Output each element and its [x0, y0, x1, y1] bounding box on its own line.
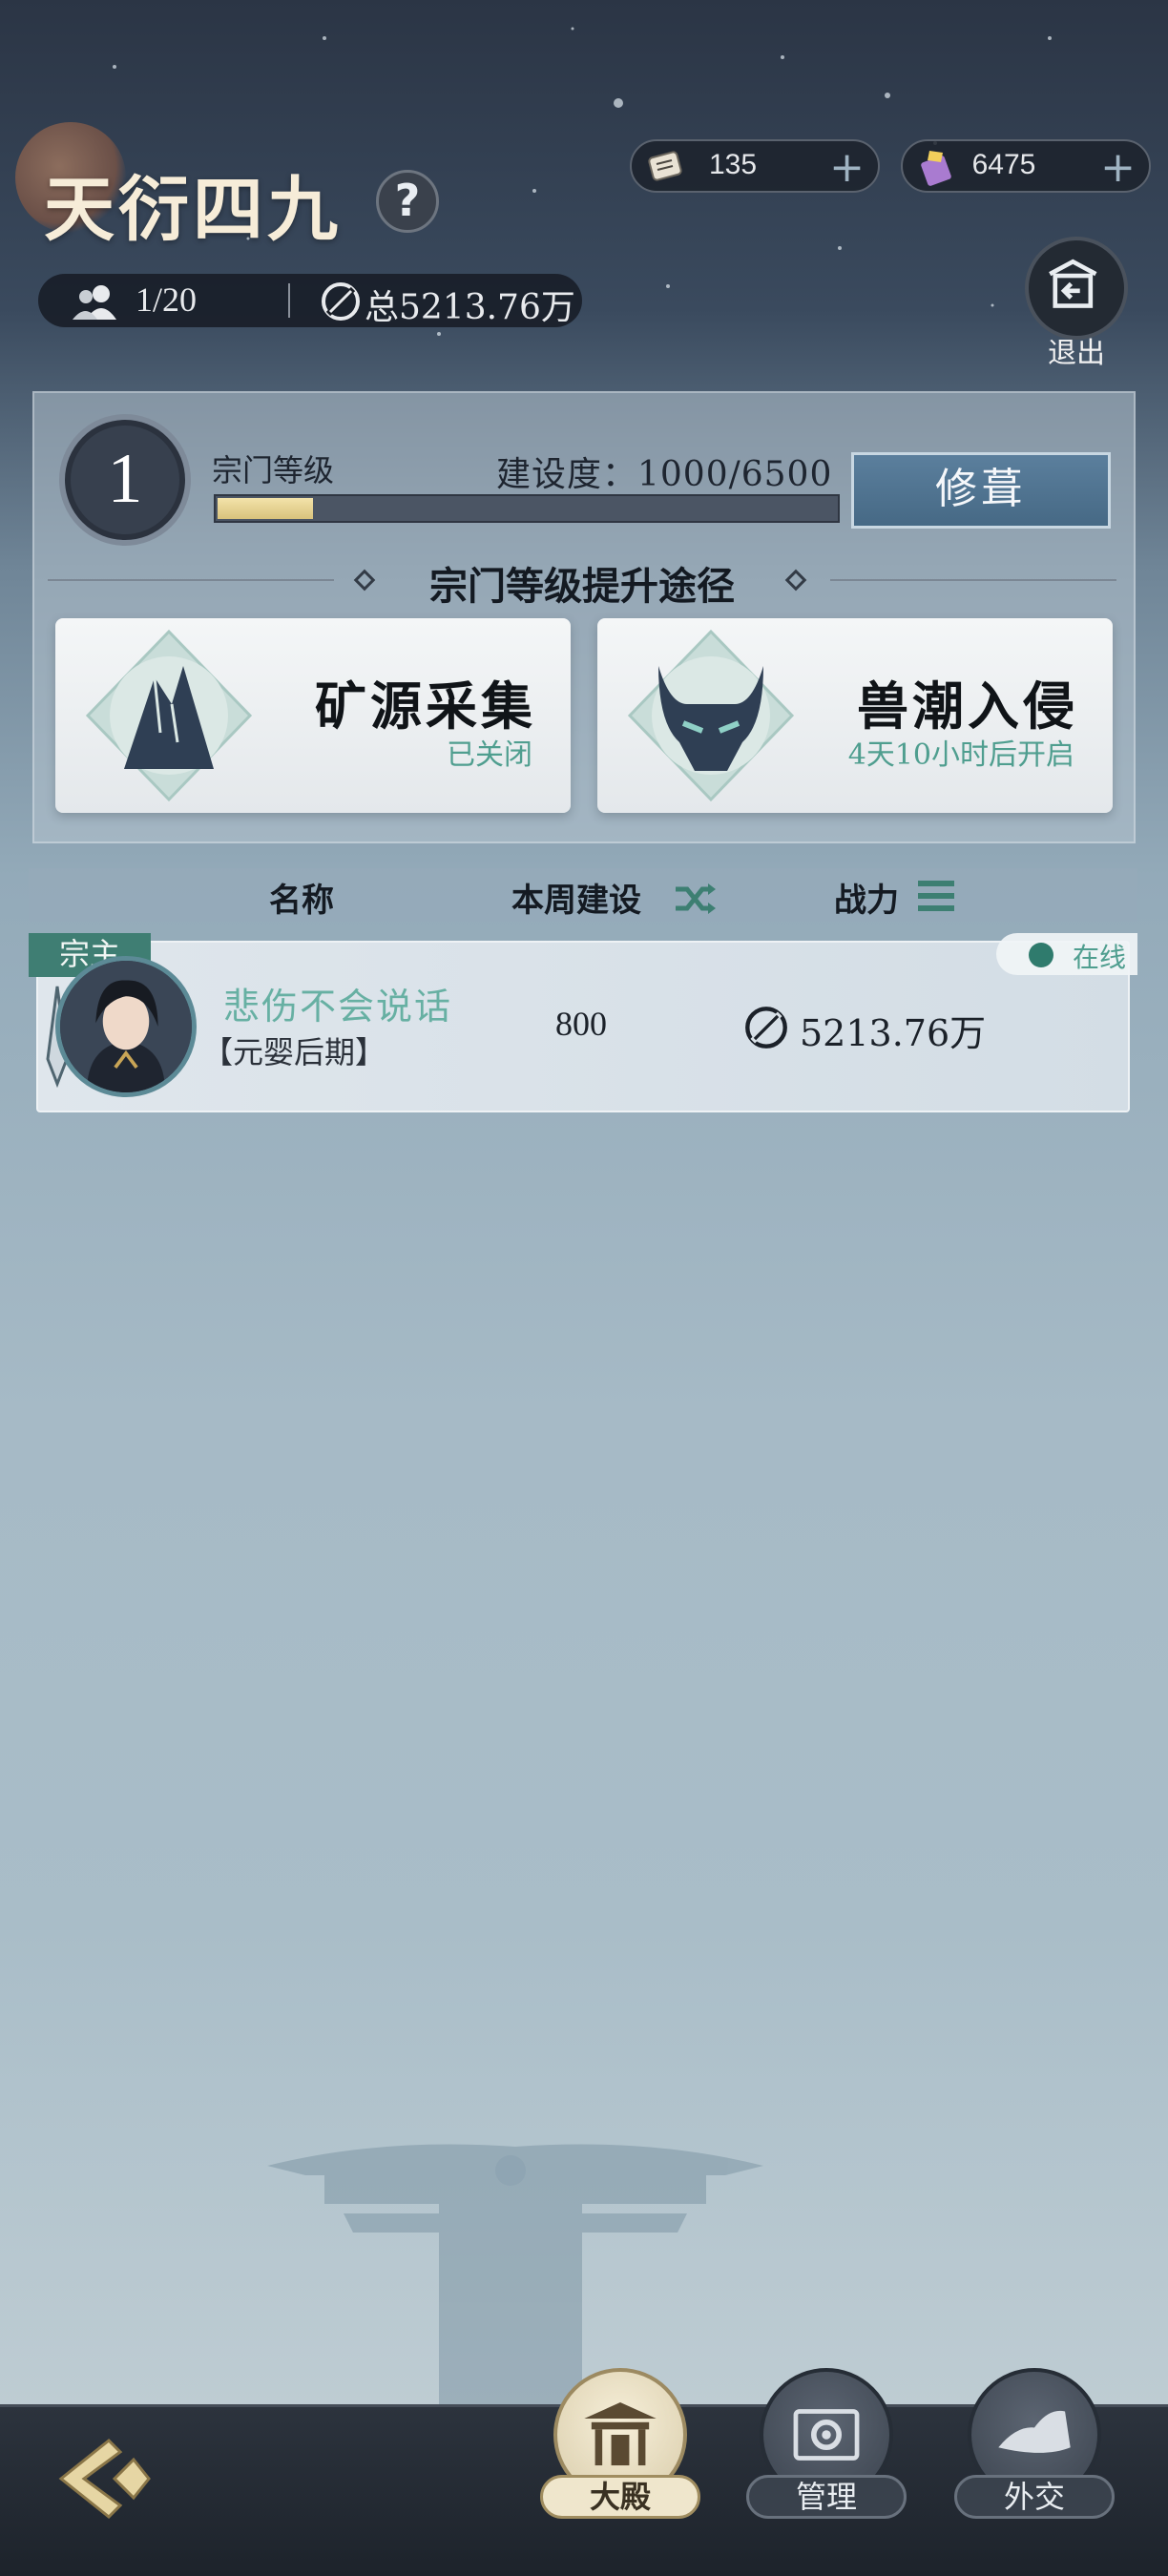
column-power[interactable]: 战力 [834, 874, 899, 921]
nav-hall-label[interactable]: 大殿 [540, 2475, 700, 2519]
nav-diplomacy-label[interactable]: 外交 [954, 2475, 1115, 2519]
talisman-count: 6475 [971, 149, 1036, 180]
feature-name: 兽潮入侵 [857, 675, 1078, 737]
construction-progress-fill [218, 498, 313, 519]
divider-right [830, 579, 1116, 581]
feature-name: 矿源采集 [315, 675, 536, 737]
info-separator [288, 283, 290, 318]
nav-manage-label[interactable]: 管理 [746, 2475, 907, 2519]
construction-progress-text: 建设度：1000/6500 [496, 455, 833, 494]
combat-power-icon [322, 282, 360, 321]
portrait-image [60, 961, 192, 1092]
player-name: 悲伤不会说话 [223, 986, 453, 1028]
exit-button[interactable] [1025, 237, 1128, 340]
column-weekly-build[interactable]: 本周建设 [511, 874, 641, 921]
feature-status: 已关闭 [447, 738, 532, 772]
mountain-icon [85, 629, 253, 802]
total-power: 总5213.76万 [365, 288, 575, 327]
feature-card-beast-tide[interactable]: 兽潮入侵 4天10小时后开启 [597, 618, 1113, 813]
combat-power-icon [745, 1007, 787, 1049]
scroll-token-count: 135 [708, 149, 758, 180]
online-icon [1029, 943, 1053, 967]
player-weekly-build: 800 [555, 1005, 607, 1043]
sect-name: 天衍四九 [44, 169, 342, 251]
exit-gate-icon [1049, 259, 1097, 308]
resource-purple-talisman[interactable]: 6475 + [901, 139, 1151, 193]
column-name: 名称 [269, 882, 334, 920]
exit-label: 退出 [1048, 337, 1105, 370]
repair-button[interactable]: 修葺 [851, 452, 1111, 529]
sort-shuffle-icon[interactable] [674, 880, 718, 918]
help-button[interactable]: ? [376, 170, 439, 233]
feature-card-mining[interactable]: 矿源采集 已关闭 [55, 618, 571, 813]
member-count: 1/20 [136, 280, 198, 319]
online-status-badge: 在线 [996, 933, 1137, 975]
level-up-routes-title: 宗门等级提升途径 [429, 564, 735, 609]
divider-left [48, 579, 334, 581]
player-avatar[interactable] [55, 956, 197, 1097]
sect-level-badge: 1 [59, 414, 191, 546]
resource-scroll-token[interactable]: 135 + [630, 139, 880, 193]
misty-tower-background [267, 2144, 763, 2414]
back-arrow-icon[interactable] [42, 2431, 166, 2526]
menu-list-icon[interactable] [916, 880, 956, 912]
feature-status: 4天10小时后开启 [847, 738, 1074, 772]
members-icon [73, 285, 116, 320]
sect-level-label: 宗门等级 [212, 452, 335, 488]
add-talisman-button[interactable]: + [1100, 143, 1136, 192]
online-text: 在线 [1073, 942, 1127, 973]
player-realm-rank: 【元婴后期】 [202, 1034, 386, 1070]
player-power: 5213.76万 [800, 1012, 987, 1054]
add-scroll-token-button[interactable]: + [829, 143, 865, 192]
demon-mask-icon [627, 629, 795, 802]
sect-info-bar: 1/20 总5213.76万 [38, 274, 582, 327]
